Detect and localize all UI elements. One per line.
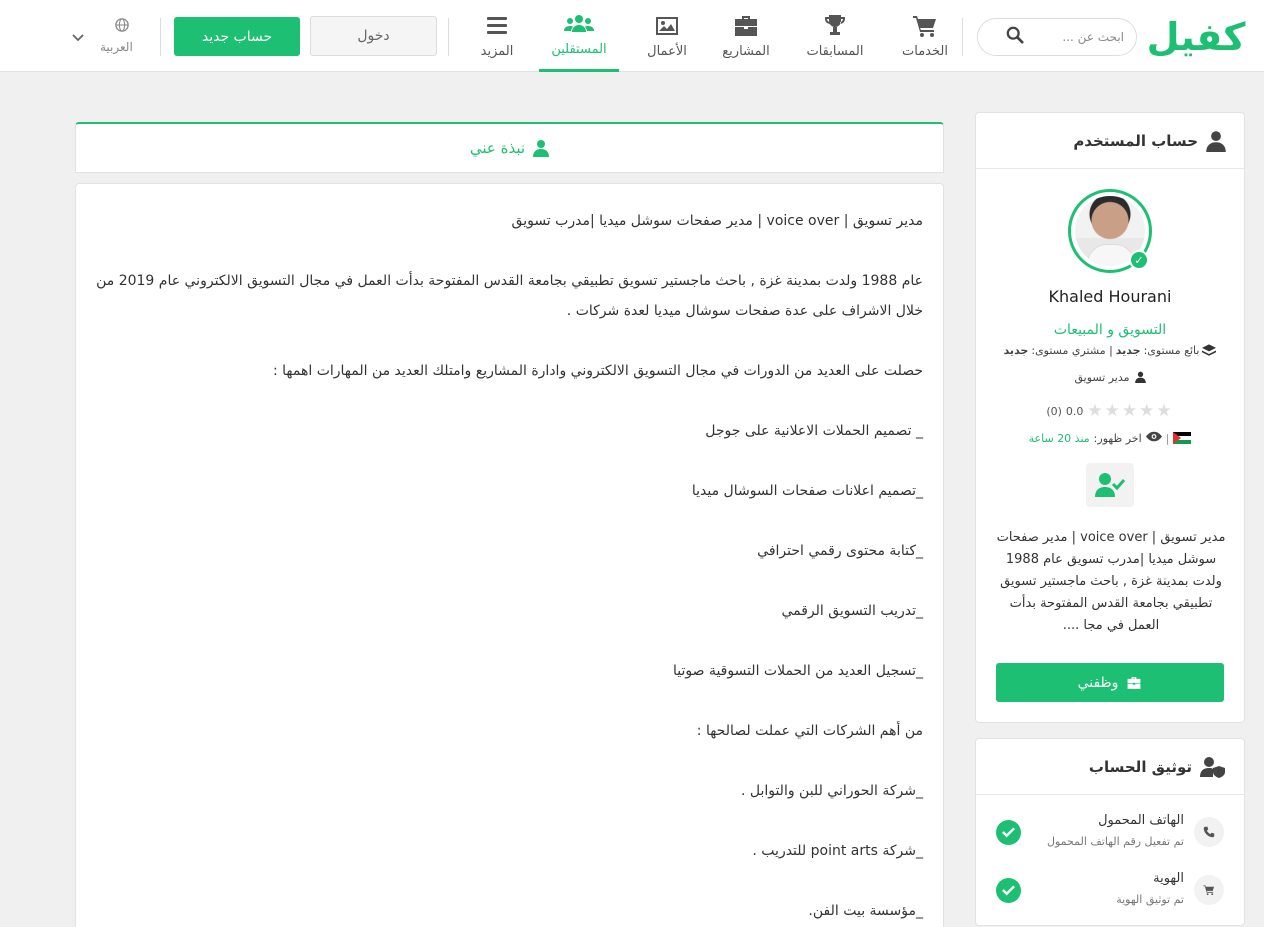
rating-count: (0) (1046, 404, 1062, 418)
last-seen-value: منذ 20 ساعة (1028, 431, 1090, 445)
about-paragraph: _كتابة محتوى رقمي احترافي (757, 543, 923, 559)
header-divider (448, 18, 449, 56)
menu-icon (487, 16, 507, 34)
verification-item-title: الهوية (1153, 871, 1184, 886)
about-tab[interactable]: نبذة عني (75, 122, 944, 173)
user-icon (1206, 130, 1226, 152)
rating-value: 0.0 (1065, 404, 1084, 418)
nav-label: المسابقات (806, 43, 864, 59)
nav-label: المشاريع (722, 43, 770, 59)
nav-more[interactable]: المزيد (472, 0, 522, 72)
cart-icon (1194, 875, 1224, 905)
about-paragraph: مدير تسويق | voice over | مدير صفحات سوش… (511, 213, 923, 229)
trophy-icon (825, 14, 845, 35)
seller-level-label: بائع مستوى: (1143, 344, 1200, 357)
avatar[interactable]: ✓ (1068, 189, 1152, 273)
verification-item-subtitle: تم تفعيل رقم الهاتف المحمول (1046, 835, 1184, 848)
star-icon: ★ (1087, 401, 1105, 421)
hire-me-label: وظفني (1077, 674, 1119, 691)
verification-title: توثيق الحساب (1088, 757, 1192, 776)
star-rating: ★★★★★ (1087, 401, 1173, 421)
verification-item-title: الهاتف المحمول (1098, 813, 1184, 828)
hire-me-button[interactable]: وظفني (996, 663, 1224, 702)
chevron-down-icon (72, 32, 84, 46)
nav-label: المزيد (480, 43, 514, 59)
buyer-level-label: | مشتري مستوى: (1031, 344, 1113, 357)
search-icon[interactable] (1006, 26, 1024, 48)
nav-contests[interactable]: المسابقات (800, 0, 870, 72)
about-paragraph: _ تصميم الحملات الاعلانية على جوجل (705, 423, 923, 439)
login-button[interactable]: دخول (310, 16, 437, 56)
logo-text: كفيل (1146, 15, 1246, 59)
about-paragraph: _شركة الحوراني للبن والتوابل . (740, 783, 923, 799)
about-paragraph: _تسجيل العديد من الحملات التسوقية صوتيا (672, 663, 923, 679)
nav-label: الأعمال (647, 43, 687, 59)
nav-freelancers[interactable]: المستقلين (539, 0, 619, 72)
about-tab-label: نبذة عني (469, 139, 526, 157)
buyer-level-value: جديد (1003, 344, 1029, 357)
star-icon: ★ (1104, 401, 1122, 421)
cart-icon (913, 15, 936, 37)
briefcase-icon (1128, 676, 1141, 689)
user-category[interactable]: التسويق و المبيعات (976, 322, 1244, 338)
about-paragraph: _تصميم اعلانات صفحات السوشال ميديا (691, 483, 923, 499)
last-seen: | اخر ظهور: منذ 20 ساعة (976, 431, 1244, 445)
check-circle-icon (996, 878, 1021, 903)
verification-header: توثيق الحساب (976, 739, 1244, 795)
eye-icon (1145, 431, 1162, 445)
job-title: مدير تسويق (1074, 371, 1130, 384)
layers-icon (1202, 344, 1217, 360)
account-verification-card: توثيق الحساب الهاتف المحمول تم تفعيل رقم… (975, 738, 1245, 926)
nav-works[interactable]: الأعمال (638, 0, 696, 72)
nav-services[interactable]: الخدمات (893, 0, 957, 72)
user-card-header: حساب المستخدم (976, 113, 1244, 169)
language-label: العربية (100, 40, 133, 54)
search-box (977, 18, 1137, 56)
verified-user-icon (1086, 463, 1134, 507)
header-divider (962, 18, 963, 56)
bio-excerpt: مدير تسويق | voice over | مدير صفحات سوش… (996, 530, 1226, 633)
users-icon (564, 15, 594, 32)
star-icon: ★ (1139, 401, 1157, 421)
about-paragraph: _مؤسسة بيت الفن. (808, 903, 923, 919)
nav-projects[interactable]: المشاريع (716, 0, 776, 72)
flag-icon (1173, 432, 1192, 444)
user-job: مدير تسويق (976, 371, 1244, 386)
rating: ★★★★★ 0.0 (0) (976, 401, 1244, 421)
user-icon (1134, 371, 1146, 386)
user-account-card: حساب المستخدم ✓ Khaled Hourani التسويق و… (975, 112, 1245, 723)
top-header: كفيل الخدمات المسابقات المشاريع الأعمال … (0, 0, 1264, 72)
search-input[interactable] (1024, 30, 1124, 44)
image-icon (656, 16, 678, 35)
briefcase-icon (735, 15, 757, 36)
header-divider (160, 18, 161, 56)
user-card-title: حساب المستخدم (1073, 131, 1198, 150)
language-selector[interactable]: العربية (70, 18, 150, 58)
about-paragraph: _شركة point arts للتدريب . (752, 843, 923, 859)
register-button[interactable]: حساب جديد (174, 17, 300, 56)
user-shield-icon (1200, 756, 1225, 778)
verified-badge-icon: ✓ (1129, 250, 1149, 270)
star-icon: ★ (1121, 401, 1140, 421)
about-content: مدير تسويق | voice over | مدير صفحات سوش… (75, 183, 944, 927)
phone-icon (1194, 817, 1224, 847)
verification-item-subtitle: تم توثيق الهوية (1116, 893, 1184, 906)
nav-label: المستقلين (551, 42, 607, 57)
seller-level-value: جديد (1115, 344, 1141, 357)
about-paragraph: عام 1988 ولدت بمدينة غزة , باحث ماجستير … (96, 273, 923, 319)
star-icon: ★ (1156, 401, 1174, 421)
user-icon (533, 140, 550, 157)
last-seen-label: اخر ظهور: (1093, 431, 1142, 445)
verification-item-phone: الهاتف المحمول تم تفعيل رقم الهاتف المحم… (976, 807, 1244, 857)
site-logo[interactable]: كفيل (1146, 10, 1246, 64)
user-name[interactable]: Khaled Hourani (976, 287, 1244, 306)
user-levels: بائع مستوى: جديد | مشتري مستوى: جديد (976, 344, 1244, 360)
nav-label: الخدمات (902, 43, 948, 59)
verification-item-identity: الهوية تم توثيق الهوية (976, 865, 1244, 915)
about-paragraph: حصلت على العديد من الدورات في مجال التسو… (273, 363, 923, 379)
check-circle-icon (996, 820, 1021, 845)
about-paragraph: من أهم الشركات التي عملت لصالحها : (696, 723, 923, 739)
globe-icon (115, 18, 129, 35)
about-paragraph: _تدريب التسويق الرقمي (781, 603, 923, 619)
